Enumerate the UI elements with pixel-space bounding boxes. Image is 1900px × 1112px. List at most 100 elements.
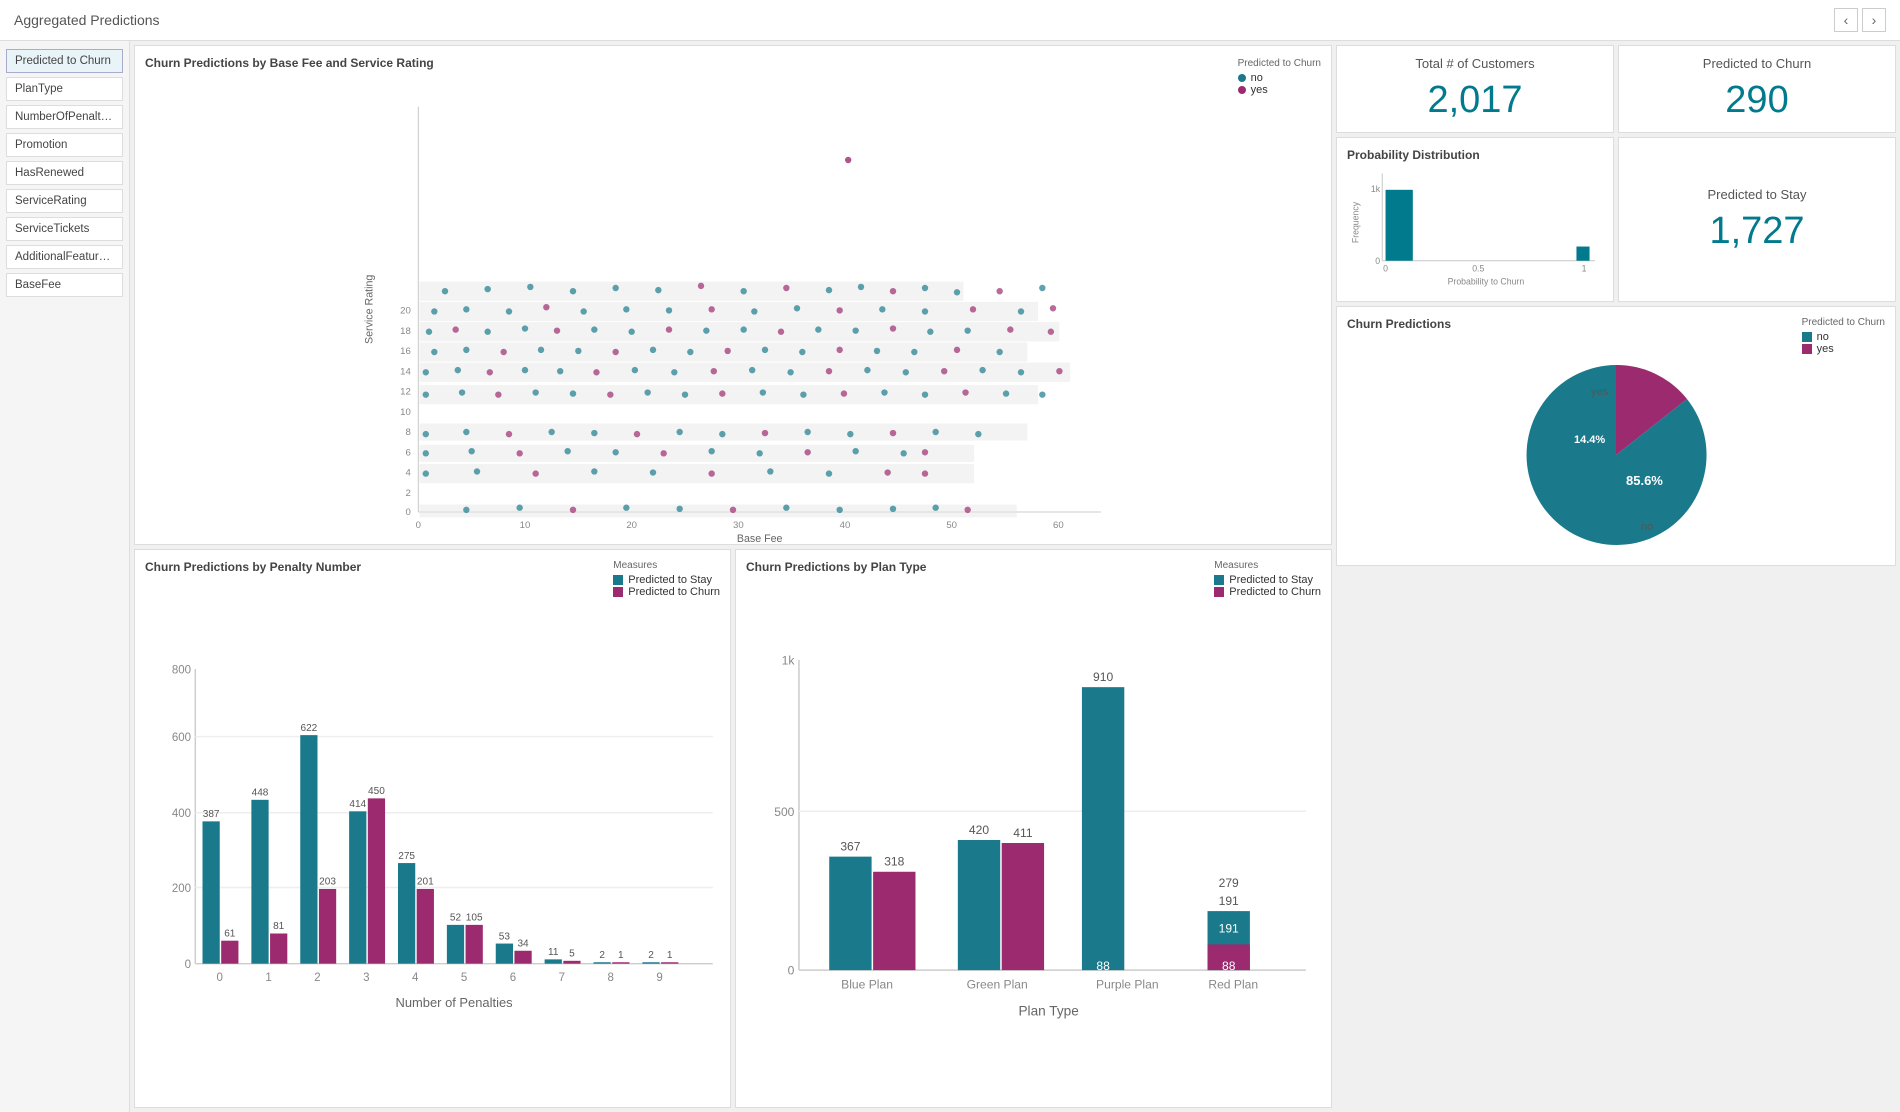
bar-penalty-panel: Churn Predictions by Penalty Number Meas… — [134, 549, 731, 1108]
svg-text:30: 30 — [733, 520, 744, 531]
sidebar: Predicted to Churn PlanType NumberOfPena… — [0, 41, 130, 1112]
scatter-legend-yes-label: yes — [1251, 84, 1268, 96]
svg-text:203: 203 — [319, 877, 336, 888]
svg-text:85.6%: 85.6% — [1626, 473, 1663, 488]
sidebar-item-plantype[interactable]: PlanType — [6, 77, 123, 101]
sidebar-item-additionalfeature[interactable]: AdditionalFeatureSp... — [6, 245, 123, 269]
scatter-legend-yes-dot — [1238, 86, 1246, 94]
scatter-panel: Churn Predictions by Base Fee and Servic… — [134, 45, 1332, 545]
svg-text:8: 8 — [406, 427, 411, 438]
svg-text:4: 4 — [406, 468, 412, 479]
sidebar-item-predicted-to-churn[interactable]: Predicted to Churn — [6, 49, 123, 73]
svg-text:61: 61 — [224, 928, 236, 939]
svg-text:367: 367 — [840, 840, 860, 854]
svg-text:448: 448 — [252, 788, 269, 799]
svg-text:622: 622 — [300, 723, 317, 734]
kpi-total-customers: Total # of Customers 2,017 — [1336, 45, 1614, 133]
svg-text:50: 50 — [946, 520, 957, 531]
svg-text:7: 7 — [559, 972, 565, 984]
svg-text:1: 1 — [618, 950, 624, 961]
svg-text:6: 6 — [510, 972, 516, 984]
sidebar-item-servicerating[interactable]: ServiceRating — [6, 189, 123, 213]
svg-text:11: 11 — [548, 947, 559, 958]
svg-text:105: 105 — [466, 913, 483, 924]
content-area: Churn Predictions by Base Fee and Servic… — [130, 41, 1900, 1112]
svg-text:Number of Penalties: Number of Penalties — [396, 995, 513, 1010]
svg-text:5: 5 — [461, 972, 467, 984]
svg-text:no: no — [1641, 521, 1653, 533]
svg-text:20: 20 — [400, 306, 411, 317]
nav-arrows: ‹ › — [1834, 8, 1886, 32]
svg-text:20: 20 — [626, 520, 637, 531]
svg-text:88: 88 — [1222, 959, 1236, 973]
bar-penalty-legend-title: Measures — [613, 560, 720, 571]
svg-text:34: 34 — [517, 938, 529, 949]
svg-text:200: 200 — [172, 883, 191, 895]
prob-dist-panel: Probability Distribution 0 1k 0 0.5 1 — [1336, 137, 1614, 302]
svg-text:191: 191 — [1219, 921, 1239, 935]
svg-text:2: 2 — [599, 950, 605, 961]
svg-text:6: 6 — [406, 447, 411, 458]
main-layout: Predicted to Churn PlanType NumberOfPena… — [0, 41, 1900, 1112]
churn-pie-title: Churn Predictions — [1347, 317, 1451, 331]
svg-text:318: 318 — [884, 855, 904, 869]
bar-plan-panel: Churn Predictions by Plan Type Measures … — [735, 549, 1332, 1108]
svg-text:0.5: 0.5 — [1472, 264, 1484, 274]
svg-text:10: 10 — [520, 520, 531, 531]
svg-text:52: 52 — [450, 913, 462, 924]
svg-text:88: 88 — [1096, 959, 1110, 973]
bar-plan-legend-title: Measures — [1214, 560, 1321, 571]
svg-text:0: 0 — [217, 972, 223, 984]
svg-text:0: 0 — [185, 959, 191, 971]
svg-text:411: 411 — [1013, 826, 1033, 840]
svg-text:Plan Type: Plan Type — [1018, 1004, 1078, 1019]
bar-plan-title: Churn Predictions by Plan Type — [746, 560, 926, 574]
svg-text:Green Plan: Green Plan — [967, 977, 1028, 991]
scatter-legend-yes: yes — [1238, 84, 1268, 96]
svg-text:14: 14 — [400, 366, 411, 377]
svg-text:450: 450 — [368, 786, 385, 797]
svg-text:1: 1 — [1582, 264, 1587, 274]
svg-text:414: 414 — [349, 799, 366, 810]
svg-text:60: 60 — [1053, 520, 1064, 531]
svg-text:2: 2 — [314, 972, 320, 984]
svg-text:2: 2 — [648, 950, 654, 961]
svg-text:81: 81 — [273, 921, 285, 932]
kpi-predicted-churn: Predicted to Churn 290 — [1618, 45, 1896, 133]
svg-text:Purple Plan: Purple Plan — [1096, 977, 1159, 991]
svg-text:53: 53 — [499, 931, 511, 942]
svg-text:275: 275 — [398, 851, 415, 862]
svg-text:279: 279 — [1219, 876, 1239, 890]
svg-text:18: 18 — [400, 326, 411, 337]
bar-penalty-title: Churn Predictions by Penalty Number — [145, 560, 361, 574]
svg-text:5: 5 — [569, 949, 575, 960]
prev-arrow[interactable]: ‹ — [1834, 8, 1858, 32]
scatter-title: Churn Predictions by Base Fee and Servic… — [145, 56, 434, 70]
sidebar-item-promotion[interactable]: Promotion — [6, 133, 123, 157]
svg-text:0: 0 — [406, 507, 411, 518]
svg-text:40: 40 — [840, 520, 851, 531]
sidebar-item-basefee[interactable]: BaseFee — [6, 273, 123, 297]
next-arrow[interactable]: › — [1862, 8, 1886, 32]
predicted-churn-label: Predicted to Churn — [1703, 56, 1811, 71]
svg-text:420: 420 — [969, 823, 989, 837]
sidebar-item-servicetickets[interactable]: ServiceTickets — [6, 217, 123, 241]
predicted-stay-label: Predicted to Stay — [1708, 187, 1807, 202]
sidebar-item-hasrenewed[interactable]: HasRenewed — [6, 161, 123, 185]
svg-text:0: 0 — [416, 520, 421, 531]
svg-text:0: 0 — [1383, 264, 1388, 274]
svg-text:1k: 1k — [782, 653, 796, 667]
scatter-legend-no-dot — [1238, 74, 1246, 82]
svg-text:Blue Plan: Blue Plan — [841, 977, 893, 991]
kpi-predicted-stay: Predicted to Stay 1,727 — [1618, 137, 1896, 302]
svg-text:Frequency: Frequency — [1350, 201, 1360, 243]
svg-text:10: 10 — [400, 407, 411, 418]
svg-text:16: 16 — [400, 346, 411, 357]
sidebar-item-numpenalties[interactable]: NumberOfPenalties — [6, 105, 123, 129]
scatter-legend-no-label: no — [1251, 72, 1263, 84]
svg-text:14.4%: 14.4% — [1574, 434, 1605, 446]
svg-text:1k: 1k — [1371, 184, 1381, 194]
svg-text:Service Rating: Service Rating — [363, 275, 375, 344]
svg-text:Base Fee: Base Fee — [737, 533, 783, 544]
svg-text:910: 910 — [1093, 670, 1113, 684]
